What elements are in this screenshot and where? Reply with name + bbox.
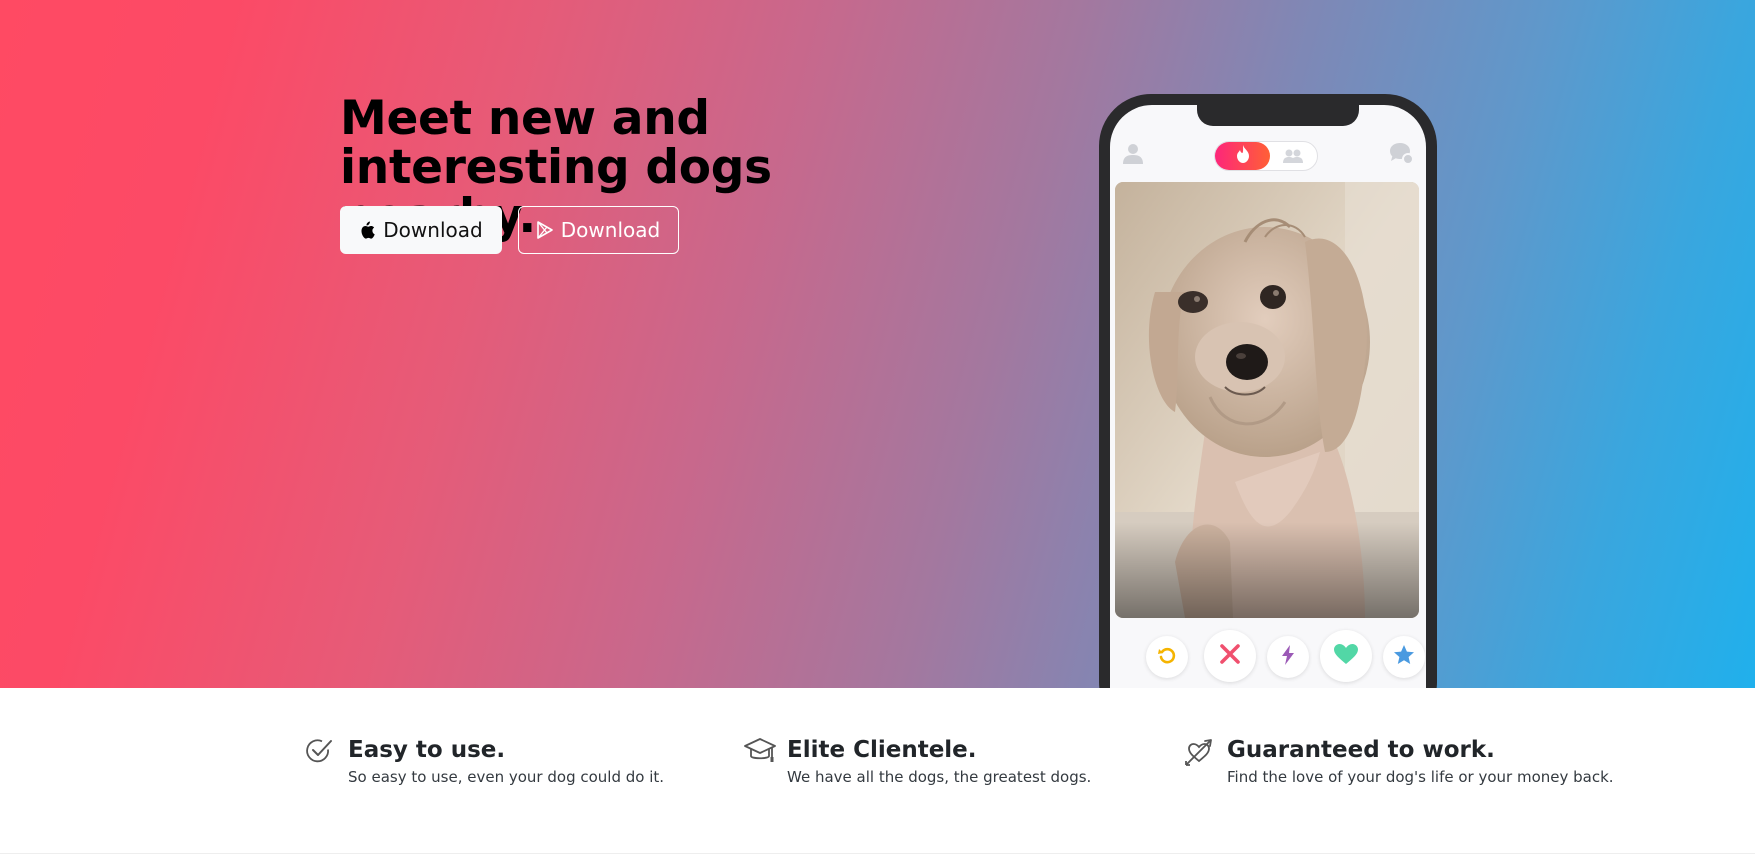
profile-icon [1121,141,1145,169]
action-bar [1110,626,1426,686]
rewind-button[interactable] [1146,636,1188,678]
dog-profile-card[interactable] [1115,182,1419,618]
toggle-active-segment [1215,142,1270,170]
flame-icon [1236,145,1250,167]
dog-photo [1115,182,1419,618]
feature-title: Elite Clientele. [787,737,977,763]
bolt-icon [1281,645,1295,669]
feature-text: Find the love of your dog's life or your… [1227,768,1614,786]
boost-button[interactable] [1267,636,1309,678]
section-divider [0,853,1755,854]
superlike-button[interactable] [1383,636,1425,678]
phone-mockup [1099,94,1437,688]
chat-icon [1388,141,1414,169]
app-store-download-button[interactable]: Download [340,206,502,254]
app-store-download-label: Download [383,218,483,242]
graduation-cap-icon [744,737,776,769]
feature-title: Guaranteed to work. [1227,737,1495,763]
x-icon [1219,643,1241,669]
apple-icon [359,221,375,239]
hero-section: Meet new and interesting dogs nearby. Do… [0,0,1755,688]
heart-icon [1333,643,1359,669]
mode-toggle [1214,141,1318,171]
heart-arrow-icon [1184,737,1214,771]
google-play-icon [536,221,553,239]
star-icon [1393,644,1415,670]
check-circle-icon [305,737,333,769]
nope-button[interactable] [1204,630,1256,682]
feature-title: Easy to use. [348,737,506,763]
group-icon [1281,148,1305,168]
google-play-download-button[interactable]: Download [518,206,679,254]
rewind-icon [1157,645,1177,669]
feature-text: We have all the dogs, the greatest dogs. [787,768,1092,786]
like-button[interactable] [1320,630,1372,682]
phone-screen [1110,105,1426,688]
google-play-download-label: Download [560,218,661,242]
feature-text: So easy to use, even your dog could do i… [348,768,665,786]
phone-notch [1197,105,1359,126]
